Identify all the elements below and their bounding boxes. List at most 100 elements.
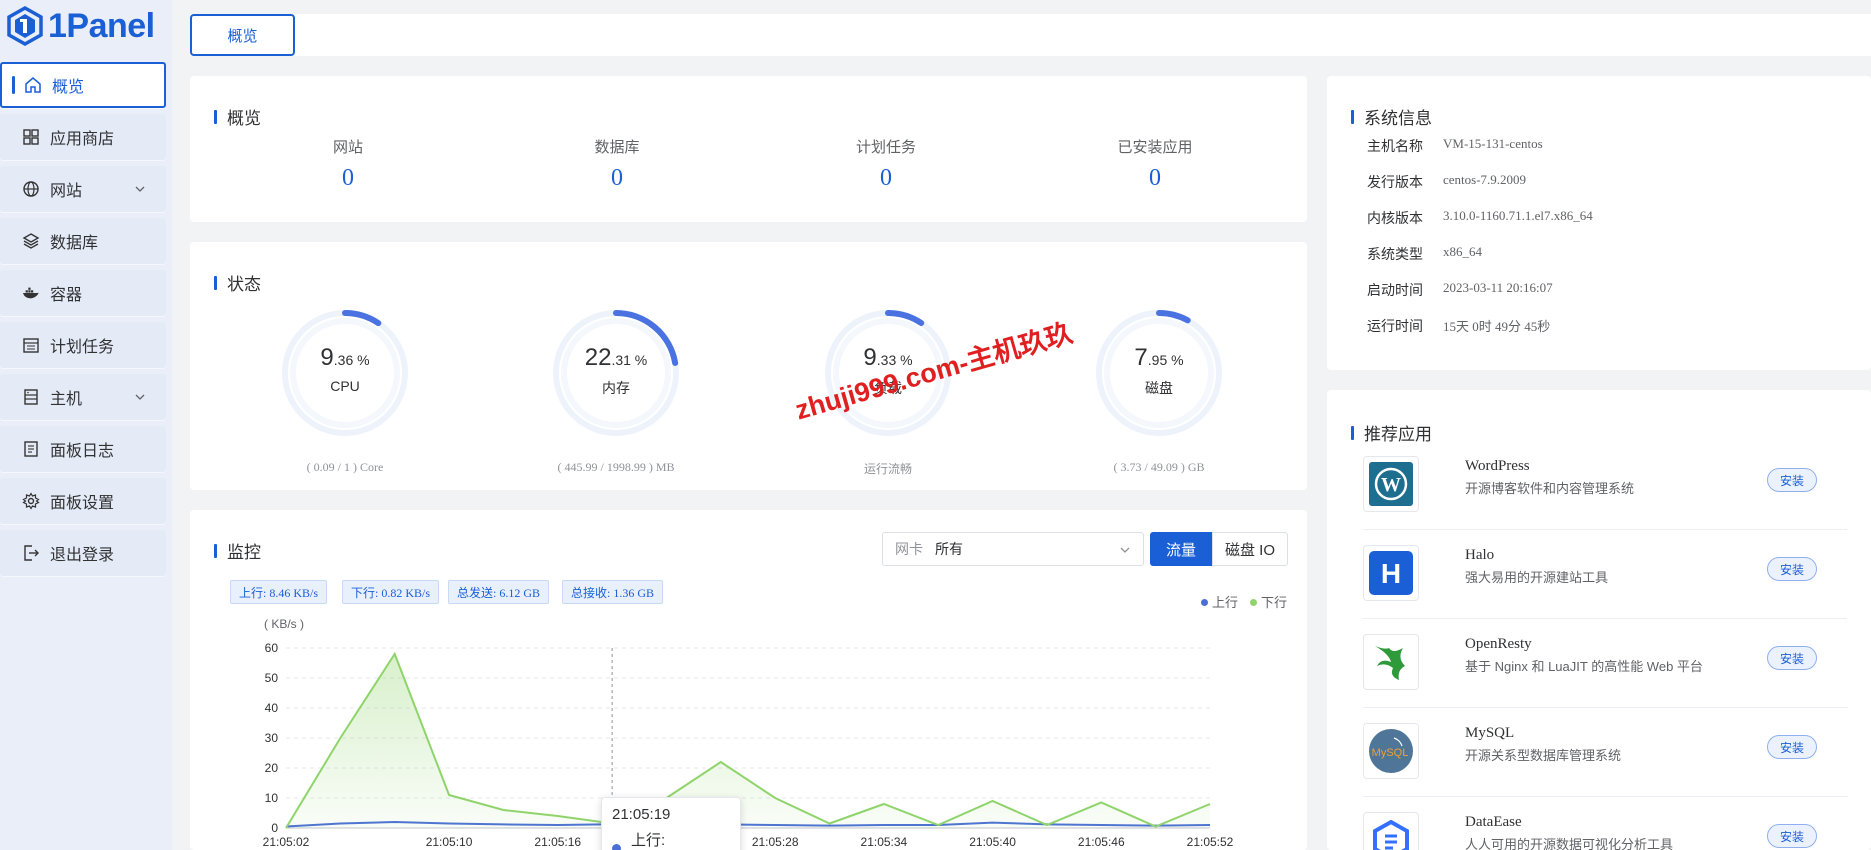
overview-item-apps[interactable]: 已安装应用 0: [1085, 136, 1225, 192]
calendar-icon: [22, 336, 40, 354]
logo-icon: [7, 6, 43, 46]
chevron-down-icon: [134, 390, 146, 408]
sysinfo-row-arch: 系统类型 x86_64: [1367, 244, 1482, 264]
logo[interactable]: 1Panel: [6, 4, 155, 48]
x-tick-label: 21:05:52: [1187, 835, 1234, 849]
x-tick-label: 21:05:34: [861, 835, 908, 849]
gauge-percent-dec: .31 %: [611, 352, 648, 368]
log-icon: [22, 440, 40, 458]
gauge-1: 22.31 % 内存 ( 445.99 / 1998.99 ) MB: [551, 308, 681, 474]
sidebar-item-appstore[interactable]: 应用商店: [0, 114, 166, 160]
sysinfo-card: 系统信息 主机名称 VM-15-131-centos 发行版本 centos-7.9…: [1327, 76, 1871, 370]
sysinfo-row-release: 发行版本 centos-7.9.2009: [1367, 172, 1526, 192]
monitor-card: 监控 网卡 所有 流量 磁盘 IO 上行: 8.46 KB/s 下行: 0.82…: [190, 510, 1307, 850]
tab-overview[interactable]: 概览: [190, 14, 295, 56]
overview-label: 计划任务: [855, 139, 916, 156]
sidebar-item-container[interactable]: 容器: [0, 270, 166, 316]
sidebar-item-label: 容器: [50, 287, 83, 304]
sysinfo-key: 内核版本: [1367, 210, 1423, 226]
sidebar-item-logs[interactable]: 面板日志: [0, 426, 166, 472]
svg-text:W: W: [1381, 474, 1401, 496]
sidebar: 1Panel 概览 应用商店 网站 数据库 容器 计划任务 主机 面板日志 面板…: [0, 0, 172, 850]
overview-title: 概览: [214, 104, 261, 129]
app-name: OpenResty: [1465, 636, 1532, 652]
sysinfo-row-kernel: 内核版本 3.10.0-1160.71.1.el7.x86_64: [1367, 208, 1593, 228]
mysql-icon: MySQL: [1363, 723, 1419, 779]
home-icon: [24, 76, 42, 94]
app-name: DataEase: [1465, 814, 1522, 830]
sysinfo-key: 发行版本: [1367, 174, 1423, 190]
overview-value: 0: [342, 165, 354, 191]
sysinfo-row-boot: 启动时间 2023-03-11 20:16:07: [1367, 280, 1553, 300]
app-item-mysql: MySQL MySQL 开源关系型数据库管理系统 安装: [1363, 709, 1847, 797]
gauge-subtext: ( 3.73 / 49.09 ) GB: [1113, 460, 1205, 474]
sidebar-item-database[interactable]: 数据库: [0, 218, 166, 264]
layers-icon: [22, 232, 40, 250]
sidebar-item-cronjob[interactable]: 计划任务: [0, 322, 166, 368]
sidebar-nav: 概览 应用商店 网站 数据库 容器 计划任务 主机 面板日志 面板设置 退出登录: [0, 62, 166, 582]
overview-item-database[interactable]: 数据库 0: [547, 136, 687, 192]
y-tick-label: 30: [265, 731, 279, 745]
sidebar-item-settings[interactable]: 面板设置: [0, 478, 166, 524]
install-button[interactable]: 安装: [1767, 824, 1817, 848]
install-button[interactable]: 安装: [1767, 557, 1817, 581]
gauge-subtext: 运行流畅: [863, 462, 912, 476]
overview-item-cronjob[interactable]: 计划任务 0: [816, 136, 956, 192]
sysinfo-key: 启动时间: [1367, 282, 1423, 298]
x-tick-label: 21:05:10: [426, 835, 473, 849]
app-desc: 基于 Nginx 和 LuaJIT 的高性能 Web 平台: [1465, 659, 1703, 674]
sysinfo-row-hostname: 主机名称 VM-15-131-centos: [1367, 136, 1543, 156]
sysinfo-value: VM-15-131-centos: [1443, 136, 1543, 151]
x-tick-label: 21:05:16: [534, 835, 581, 849]
overview-value: 0: [880, 165, 892, 191]
install-button[interactable]: 安装: [1767, 646, 1817, 670]
sysinfo-value: centos-7.9.2009: [1443, 172, 1527, 187]
logout-icon: [22, 544, 40, 562]
sidebar-item-overview[interactable]: 概览: [0, 62, 166, 108]
gauge-center: 22.31 % 内存: [551, 344, 681, 398]
sidebar-item-label: 计划任务: [50, 339, 115, 356]
gauge-3: 7.95 % 磁盘 ( 3.73 / 49.09 ) GB: [1094, 308, 1224, 474]
gauge-center: 7.95 % 磁盘: [1094, 344, 1224, 398]
overview-label: 数据库: [594, 139, 640, 156]
app-item-halo: H Halo 强大易用的开源建站工具 安装: [1363, 531, 1847, 619]
sysinfo-value: x86_64: [1443, 244, 1482, 259]
sidebar-item-website[interactable]: 网站: [0, 166, 166, 212]
apps-card: 推荐应用 W WordPress 开源博客软件和内容管理系统 安装 H Halo…: [1327, 390, 1871, 850]
gauge-0: 9.36 % CPU ( 0.09 / 1 ) Core: [280, 308, 410, 474]
app-desc: 强大易用的开源建站工具: [1465, 570, 1609, 585]
sysinfo-value: 3.10.0-1160.71.1.el7.x86_64: [1443, 208, 1593, 223]
app-item-openresty: OpenResty 基于 Nginx 和 LuaJIT 的高性能 Web 平台 …: [1363, 620, 1847, 708]
sidebar-item-logout[interactable]: 退出登录: [0, 530, 166, 576]
series-area-1: [286, 654, 1210, 828]
app-name: WordPress: [1465, 458, 1530, 474]
sidebar-item-label: 概览: [52, 79, 85, 96]
sidebar-item-label: 应用商店: [50, 131, 115, 148]
halo-icon: H: [1363, 545, 1419, 601]
sysinfo-key: 主机名称: [1367, 138, 1423, 154]
app-item-wordpress: W WordPress 开源博客软件和内容管理系统 安装: [1363, 442, 1847, 530]
sysinfo-title: 系统信息: [1351, 104, 1432, 129]
sidebar-item-label: 面板日志: [50, 443, 115, 460]
sidebar-item-label: 面板设置: [50, 495, 115, 512]
overview-item-website[interactable]: 网站 0: [278, 136, 418, 192]
grid-icon: [22, 128, 40, 146]
y-tick-label: 20: [265, 761, 279, 775]
gauge-subtext: ( 445.99 / 1998.99 ) MB: [557, 460, 675, 474]
logo-text: 1Panel: [48, 6, 155, 45]
docker-icon: [22, 284, 40, 302]
sysinfo-row-uptime: 运行时间 15天 0时 49分 45秒: [1367, 316, 1550, 336]
tooltip-value: 上行: 1.26KB/s: [630, 832, 666, 849]
overview-value: 0: [611, 165, 623, 191]
install-button[interactable]: 安装: [1767, 735, 1817, 759]
gauge-percent: 22.31 %: [551, 344, 681, 372]
gauge-percent-int: 7: [1134, 344, 1148, 371]
sidebar-item-host[interactable]: 主机: [0, 374, 166, 420]
y-axis-label: ( KB/s ): [264, 617, 304, 631]
app-name: MySQL: [1465, 725, 1515, 741]
install-button[interactable]: 安装: [1767, 468, 1817, 492]
sidebar-item-label: 数据库: [50, 235, 99, 252]
overview-label: 网站: [332, 139, 363, 156]
y-tick-label: 40: [265, 701, 279, 715]
gauge-percent-int: 9: [320, 344, 334, 371]
